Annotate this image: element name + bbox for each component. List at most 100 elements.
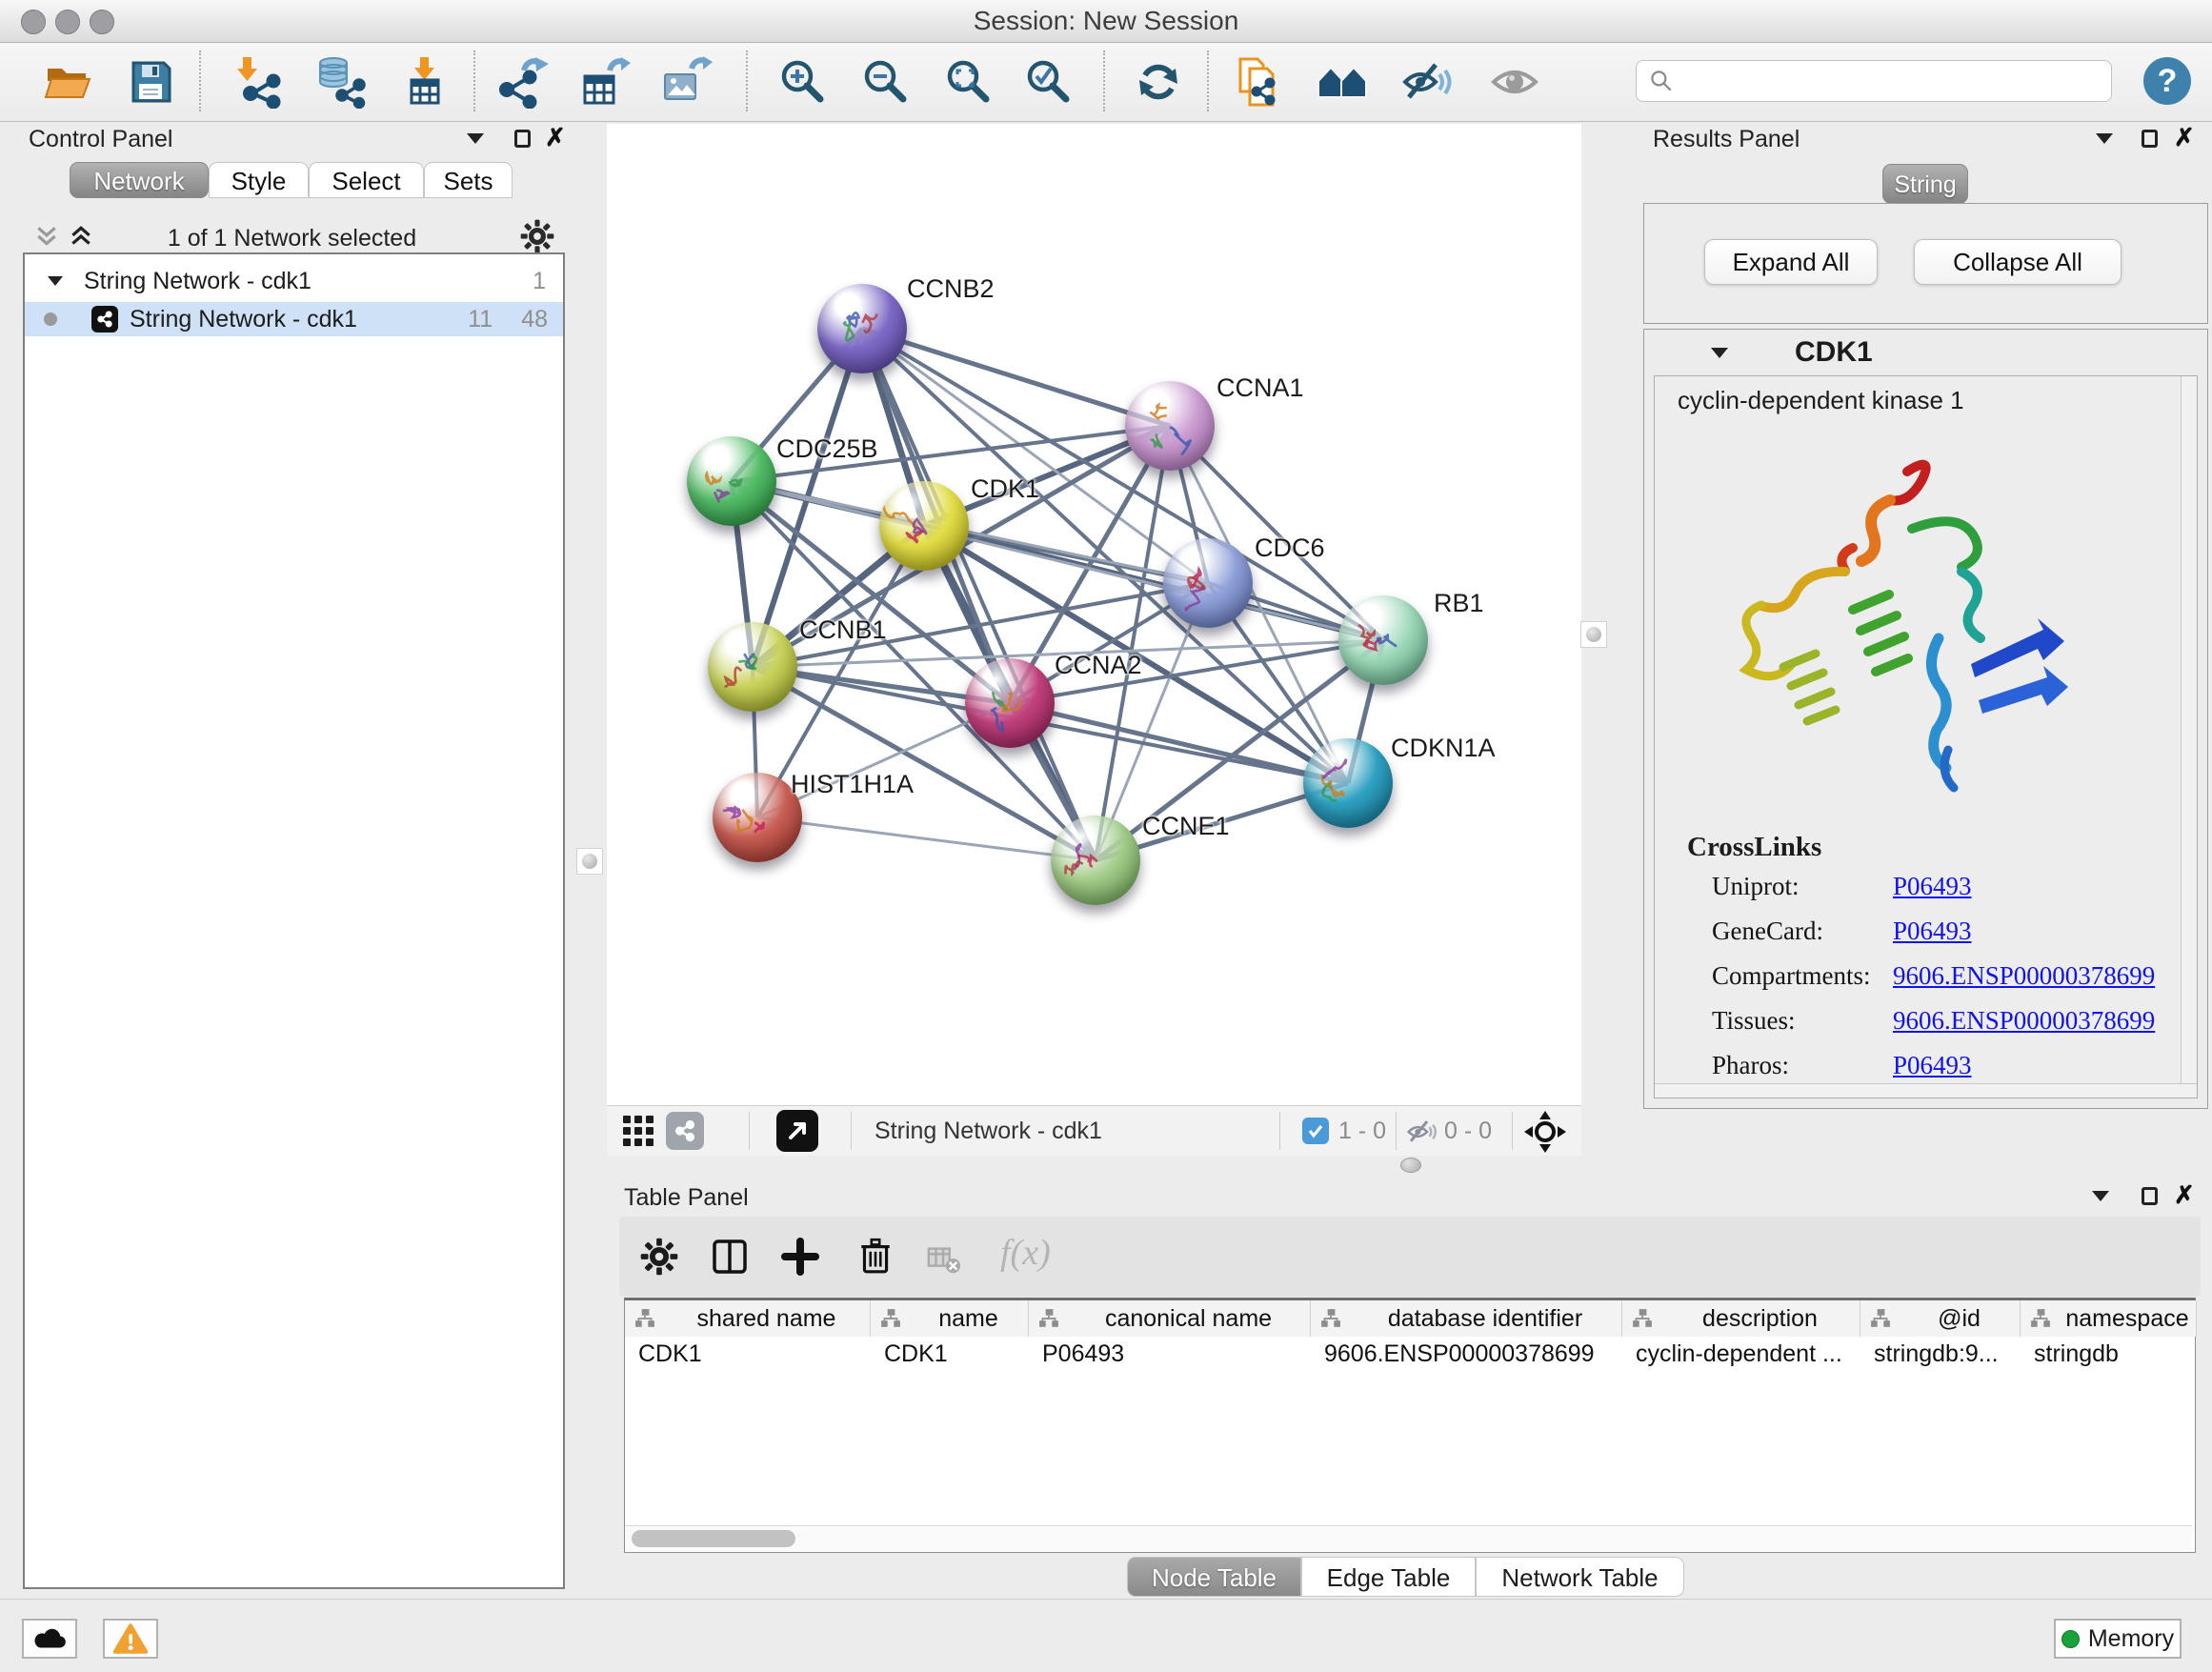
hide-selected-icon[interactable] — [1399, 55, 1453, 109]
column-header-namespace[interactable]: namespace — [2021, 1300, 2197, 1337]
network-row-selected[interactable]: String Network - cdk1 11 48 — [25, 302, 563, 336]
horizontal-splitter-handle[interactable] — [1400, 1158, 1421, 1173]
tab-network[interactable]: Network — [70, 162, 209, 198]
zoom-fit-icon[interactable] — [942, 55, 995, 109]
right-splitter-handle[interactable] — [1580, 621, 1607, 648]
birds-eye-view-icon[interactable] — [1524, 1111, 1566, 1153]
column-header-name[interactable]: name — [871, 1300, 1029, 1337]
node-CDC25B[interactable] — [687, 436, 776, 526]
node-CCNB2[interactable] — [817, 284, 907, 373]
collapse-all-button[interactable]: Collapse All — [1914, 239, 2122, 285]
grid-view-icon[interactable] — [621, 1114, 655, 1148]
help-button[interactable]: ? — [2143, 57, 2191, 105]
cloud-button[interactable] — [22, 1619, 77, 1659]
tab-style[interactable]: Style — [209, 162, 309, 198]
edge-CCNB2-CCNA1[interactable] — [862, 329, 1170, 426]
results-panel-float-icon[interactable] — [2142, 130, 2158, 148]
control-panel-close-icon[interactable]: ✗ — [545, 128, 566, 147]
save-session-icon[interactable] — [124, 55, 177, 109]
crosslink-link[interactable]: 9606.ENSP00000378699 — [1893, 961, 2155, 991]
crosslink-link[interactable]: P06493 — [1893, 872, 1972, 901]
columns-icon[interactable] — [711, 1238, 749, 1276]
table-cell[interactable]: stringdb:9... — [1860, 1337, 2021, 1371]
table-cell[interactable]: CDK1 — [625, 1337, 871, 1371]
edge-HIST1H1A-CCNE1[interactable] — [757, 817, 1096, 860]
tab-select[interactable]: Select — [309, 162, 424, 198]
node-CCNA2[interactable] — [965, 658, 1055, 748]
column-header--id[interactable]: @id — [1860, 1300, 2021, 1337]
network-collection-row[interactable]: String Network - cdk1 1 — [25, 264, 563, 298]
network-options-gear-icon[interactable] — [520, 219, 554, 253]
table-cell[interactable]: 9606.ENSP00000378699 — [1311, 1337, 1622, 1371]
crosslink-row: Pharos:P06493 — [1712, 1051, 2188, 1080]
results-vscrollbar[interactable] — [2181, 376, 2197, 1098]
refresh-icon[interactable] — [1132, 55, 1185, 109]
import-network-database-icon[interactable] — [314, 55, 368, 109]
import-table-icon[interactable] — [398, 55, 452, 109]
import-network-icon[interactable] — [231, 55, 285, 109]
export-image-icon[interactable] — [659, 55, 713, 109]
open-session-icon[interactable] — [42, 55, 95, 109]
delete-table-icon[interactable] — [926, 1241, 962, 1274]
zoom-in-icon[interactable] — [776, 55, 830, 109]
table-cell[interactable]: stringdb — [2021, 1337, 2197, 1371]
table-cell[interactable]: P06493 — [1029, 1337, 1311, 1371]
control-panel-collapse-icon[interactable] — [467, 133, 484, 144]
column-header-description[interactable]: description — [1622, 1300, 1860, 1337]
node-CCNA1[interactable] — [1125, 381, 1215, 471]
expand-all-button[interactable]: Expand All — [1704, 239, 1878, 285]
table-hscrollbar-thumb[interactable] — [632, 1530, 795, 1547]
tab-sets[interactable]: Sets — [424, 162, 513, 198]
warnings-button[interactable] — [103, 1619, 158, 1659]
add-column-icon[interactable] — [781, 1238, 819, 1276]
crosslink-link[interactable]: P06493 — [1893, 1051, 1972, 1080]
column-header-canonical-name[interactable]: canonical name — [1029, 1300, 1311, 1337]
table-row[interactable]: CDK1CDK1P064939606.ENSP00000378699cyclin… — [625, 1337, 2195, 1371]
node-CCNB1[interactable] — [708, 622, 797, 712]
column-header-database-identifier[interactable]: database identifier — [1311, 1300, 1622, 1337]
table-panel-collapse-icon[interactable] — [2092, 1191, 2109, 1201]
search-input[interactable] — [1682, 67, 2111, 96]
houses-icon[interactable] — [1317, 55, 1370, 109]
table-panel-float-icon[interactable] — [2142, 1187, 2158, 1205]
network-view-share-icon[interactable] — [666, 1112, 704, 1150]
gear-icon[interactable] — [640, 1238, 678, 1276]
memory-button[interactable]: Memory — [2054, 1619, 2182, 1659]
tab-network-table[interactable]: Network Table — [1476, 1557, 1684, 1597]
column-header-shared-name[interactable]: shared name — [625, 1300, 871, 1337]
selected-checkbox-icon[interactable] — [1302, 1118, 1329, 1144]
node-HIST1H1A[interactable] — [713, 773, 802, 862]
search-box[interactable] — [1636, 60, 2112, 102]
table-cell[interactable]: CDK1 — [871, 1337, 1029, 1371]
protein-section-header[interactable]: CDK1 — [1644, 330, 2207, 375]
tab-node-table[interactable]: Node Table — [1127, 1557, 1301, 1597]
tab-string[interactable]: String — [1882, 164, 1968, 204]
table-hscrollbar[interactable] — [626, 1525, 2192, 1551]
duplicate-network-icon[interactable] — [1229, 55, 1282, 109]
results-hscrollbar[interactable] — [1655, 1083, 2197, 1098]
crosslink-link[interactable]: 9606.ENSP00000378699 — [1893, 1006, 2155, 1036]
export-network-icon[interactable] — [495, 55, 549, 109]
crosslink-link[interactable]: P06493 — [1893, 917, 1972, 946]
edge-CCNA2-CDKN1A[interactable] — [1010, 703, 1348, 783]
zoom-out-icon[interactable] — [859, 55, 913, 109]
open-in-window-button[interactable] — [776, 1110, 818, 1152]
node-CDK1[interactable] — [879, 481, 969, 571]
tab-edge-table[interactable]: Edge Table — [1301, 1557, 1476, 1597]
export-table-icon[interactable] — [577, 55, 631, 109]
results-panel-collapse-icon[interactable] — [2096, 133, 2113, 144]
node-CCNE1[interactable] — [1051, 816, 1140, 905]
table-panel-close-icon[interactable]: ✗ — [2174, 1185, 2195, 1204]
delete-column-icon[interactable] — [855, 1236, 895, 1278]
table-cell[interactable]: cyclin-dependent ... — [1622, 1337, 1860, 1371]
function-builder-icon[interactable]: f(x) — [1000, 1232, 1051, 1274]
zoom-selected-icon[interactable] — [1022, 55, 1076, 109]
node-RB1[interactable] — [1338, 595, 1428, 685]
results-panel-close-icon[interactable]: ✗ — [2174, 128, 2195, 147]
control-panel-float-icon[interactable] — [514, 130, 531, 148]
node-CDKN1A[interactable] — [1303, 738, 1393, 828]
left-splitter-handle[interactable] — [576, 848, 603, 875]
network-collection-label: String Network - cdk1 — [84, 268, 312, 295]
network-canvas[interactable]: CCNB2CCNA1CDC25BCDK1CDC6RB1CCNB1CCNA2CDK… — [607, 124, 1581, 1105]
node-CDC6[interactable] — [1163, 538, 1253, 628]
